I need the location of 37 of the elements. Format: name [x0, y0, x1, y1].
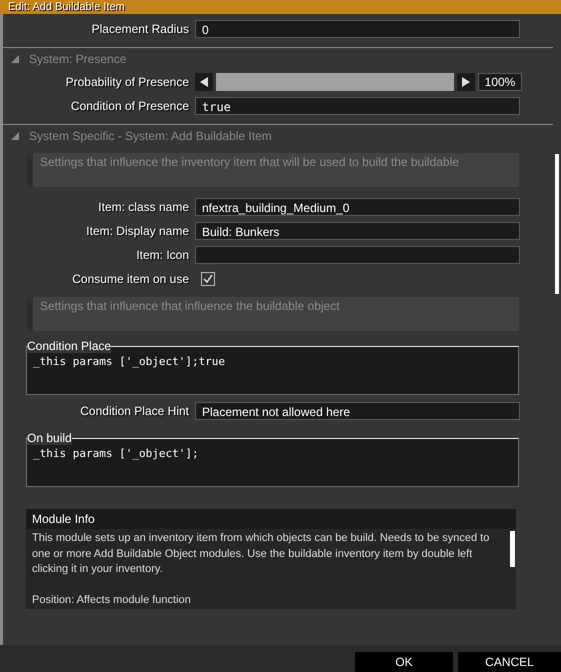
checkbox[interactable]: [201, 272, 215, 286]
field-label: Item: Display name: [85, 224, 190, 238]
input-field[interactable]: 0: [195, 20, 520, 38]
collapse-triangle-icon[interactable]: [11, 132, 19, 140]
right-triangle-icon: [462, 77, 470, 87]
input-field[interactable]: Build: Bunkers: [195, 222, 520, 240]
dialog-button[interactable]: OK: [355, 652, 453, 672]
field-label: Item: class name: [97, 200, 190, 214]
code-text: _this params ['_object'];: [33, 447, 200, 460]
field-label: Consume item on use: [71, 272, 190, 286]
field-label: Condition Place Hint: [79, 404, 190, 418]
code-field-label: On build: [27, 431, 72, 445]
slider-fill[interactable]: [216, 73, 454, 91]
right-arrow-button[interactable]: [457, 73, 475, 91]
field-label: Condition of Presence: [70, 99, 190, 113]
code-field-label: Condition Place: [27, 339, 112, 353]
dialog-button[interactable]: CANCEL: [458, 652, 561, 672]
input-field[interactable]: [195, 246, 520, 264]
field-label: Placement Radius: [90, 22, 190, 36]
input-field[interactable]: true: [195, 97, 520, 115]
section-note: Settings that influence that influence the buildable object: [26, 297, 519, 331]
field-label: Item: Icon: [135, 248, 190, 262]
section-note: Settings that influence the inventory item that will be used to build the buildable: [26, 153, 519, 187]
collapse-triangle-icon[interactable]: [11, 55, 19, 63]
window-title: Edit: Add Buildable Item: [0, 0, 561, 14]
module-info-title: Module Info: [26, 509, 516, 529]
module-info-text: Position: Affects module function: [32, 592, 192, 608]
left-triangle-icon: [200, 77, 208, 87]
input-field[interactable]: Placement not allowed here: [195, 402, 520, 420]
code-text: _this params ['_object'];true: [33, 355, 226, 368]
module-info-text: This module sets up an inventory item from which objects can be build. Needs to be synced to one or more Add Buildable Object modules. Use the buildable inventory item by double left clicking it in your inventory.: [32, 531, 490, 577]
slider-value: 100%: [478, 73, 522, 91]
code-field[interactable]: Condition Place _this params ['_object'];true: [26, 339, 519, 395]
field-label: Probability of Presence: [64, 75, 190, 89]
left-arrow-button[interactable]: [195, 73, 213, 91]
input-field[interactable]: nfextra_building_Medium_0: [195, 198, 520, 216]
code-field[interactable]: On build _this params ['_object'];: [26, 431, 519, 487]
